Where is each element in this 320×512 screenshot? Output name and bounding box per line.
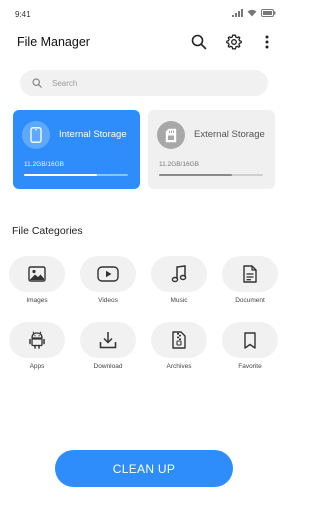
category-label: Download — [93, 363, 123, 370]
signal-icon — [232, 9, 243, 17]
external-storage-progress-fill — [159, 174, 232, 176]
gear-icon — [226, 34, 242, 50]
status-icons — [232, 9, 276, 17]
settings-button[interactable] — [225, 33, 243, 51]
internal-storage-progress-fill — [24, 174, 97, 176]
category-download[interactable]: Download — [78, 322, 138, 382]
category-label: Images — [26, 297, 48, 304]
external-storage-card[interactable]: External Storage 11.2GB/16GB — [148, 110, 275, 189]
more-vertical-icon — [265, 35, 269, 49]
category-music[interactable]: Music — [149, 256, 209, 316]
internal-storage-card[interactable]: Internal Storage 11.2GB/16GB — [13, 110, 140, 189]
category-document[interactable]: Document — [220, 256, 280, 316]
internal-storage-progress — [24, 174, 128, 176]
category-label: Videos — [98, 297, 118, 304]
bookmark-icon — [222, 322, 278, 358]
android-icon — [9, 322, 65, 358]
archive-zip-icon — [151, 322, 207, 358]
category-favorite[interactable]: Favorite — [220, 322, 280, 382]
category-label: Document — [235, 297, 265, 304]
more-options-button[interactable] — [258, 33, 276, 51]
file-categories-title: File Categories — [12, 225, 83, 237]
internal-storage-usage: 11.2GB/16GB — [24, 161, 64, 168]
status-time: 9:41 — [15, 10, 31, 19]
category-label: Music — [170, 297, 188, 304]
sd-card-icon — [157, 121, 185, 149]
category-archives[interactable]: Archives — [149, 322, 209, 382]
clean-up-button[interactable]: CLEAN UP — [55, 450, 233, 487]
play-video-icon — [80, 256, 136, 292]
search-button[interactable] — [190, 33, 208, 51]
internal-storage-label: Internal Storage — [59, 129, 127, 140]
external-storage-progress — [159, 174, 263, 176]
external-storage-usage: 11.2GB/16GB — [159, 161, 199, 168]
battery-icon — [261, 9, 276, 17]
category-apps[interactable]: Apps — [7, 322, 67, 382]
search-icon — [32, 78, 42, 88]
app-title: File Manager — [17, 35, 90, 49]
music-note-icon — [151, 256, 207, 292]
category-label: Favorite — [238, 363, 262, 370]
search-placeholder: Search — [52, 78, 78, 88]
category-label: Archives — [166, 363, 192, 370]
wifi-icon — [247, 9, 257, 17]
category-images[interactable]: Images — [7, 256, 67, 316]
status-bar: 9:41 — [0, 0, 288, 26]
phone-storage-icon — [22, 121, 50, 149]
search-icon — [191, 34, 207, 50]
category-label: Apps — [29, 363, 45, 370]
external-storage-label: External Storage — [194, 129, 265, 140]
category-videos[interactable]: Videos — [78, 256, 138, 316]
image-icon — [9, 256, 65, 292]
download-icon — [80, 322, 136, 358]
search-input[interactable]: Search — [20, 70, 268, 96]
document-icon — [222, 256, 278, 292]
